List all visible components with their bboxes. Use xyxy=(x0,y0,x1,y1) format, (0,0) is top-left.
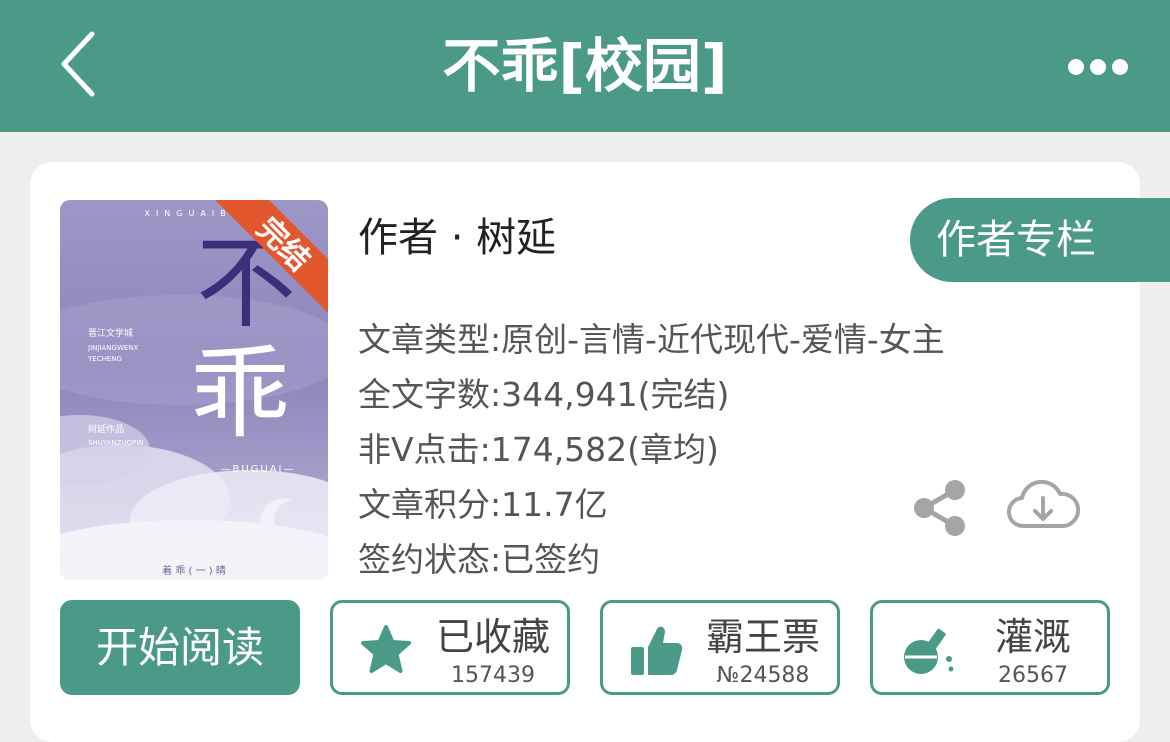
irrigate-button[interactable]: 灌溉 26567 xyxy=(870,600,1110,695)
irrigate-label: 灌溉 xyxy=(994,615,1071,659)
cover-bottom-text: 着 乖 ( 一 ) 晴 xyxy=(162,564,226,577)
favorite-button[interactable]: 已收藏 157439 xyxy=(330,600,570,695)
book-info-list: 文章类型:原创-言情-近代现代-爱情-女主 全文字数:344,941(完结) 非… xyxy=(358,312,945,587)
share-icon xyxy=(914,480,965,536)
info-row-clicks: 非V点击:174,582(章均) xyxy=(358,422,945,477)
more-horizontal-icon xyxy=(1068,59,1128,75)
info-value: 11.7亿 xyxy=(501,485,608,524)
info-value: 174,582(章均) xyxy=(490,430,719,469)
cover-series-cn: 晋江文学城 xyxy=(88,327,133,339)
author-name[interactable]: 作者 · 树延 xyxy=(358,208,556,268)
book-cover[interactable]: XINGUAIBU 不 乖 —BUGUAI— 晋江文学城 JINJIANGWEN… xyxy=(60,200,328,580)
star-icon xyxy=(357,621,415,679)
cover-series-en-2: YECHENG xyxy=(87,355,122,363)
watering-flask-icon xyxy=(897,621,955,679)
info-row-score: 文章积分:11.7亿 xyxy=(358,477,945,532)
info-label: 文章积分: xyxy=(358,485,502,524)
top-bar: 不乖[校园] xyxy=(0,0,1170,132)
info-row-word-count: 全文字数:344,941(完结) xyxy=(358,367,945,422)
favorite-count: 157439 xyxy=(451,663,535,688)
info-value: 已签约 xyxy=(501,540,601,579)
cover-author-cn: 树延作品 xyxy=(88,423,124,435)
info-value: 344,941(完结) xyxy=(501,375,730,414)
info-label: 非V点击: xyxy=(358,430,491,469)
more-button[interactable] xyxy=(1052,50,1132,84)
overlord-ticket-button[interactable]: 霸王票 №24588 xyxy=(600,600,840,695)
overlord-ticket-count: №24588 xyxy=(716,663,810,688)
cloud-download-icon xyxy=(1006,479,1081,529)
info-value: 原创-言情-近代现代-爱情-女主 xyxy=(501,320,945,359)
cover-pinyin: —BUGUAI— xyxy=(220,464,295,475)
cover-author-en: SHUYANZUOPIN xyxy=(88,439,144,447)
cover-series-en-1: JINJIANGWENX xyxy=(87,344,139,352)
info-label: 文章类型: xyxy=(358,320,502,359)
irrigate-count: 26567 xyxy=(998,663,1068,688)
info-label: 全文字数: xyxy=(358,375,502,414)
share-button[interactable] xyxy=(910,478,970,538)
book-cover-art: XINGUAIBU 不 乖 —BUGUAI— 晋江文学城 JINJIANGWEN… xyxy=(60,200,328,580)
page-title: 不乖[校园] xyxy=(442,32,728,100)
info-row-contract: 签约状态:已签约 xyxy=(358,532,945,587)
info-row-genre: 文章类型:原创-言情-近代现代-爱情-女主 xyxy=(358,312,945,367)
thumbs-up-icon xyxy=(627,621,685,679)
overlord-ticket-label: 霸王票 xyxy=(705,615,820,659)
cover-title-char-2: 乖 xyxy=(190,335,290,452)
start-reading-button[interactable]: 开始阅读 xyxy=(60,600,300,695)
favorite-label: 已收藏 xyxy=(435,615,550,659)
author-column-button[interactable]: 作者专栏 xyxy=(910,198,1170,282)
download-button[interactable] xyxy=(1004,474,1082,536)
info-label: 签约状态: xyxy=(358,540,502,579)
